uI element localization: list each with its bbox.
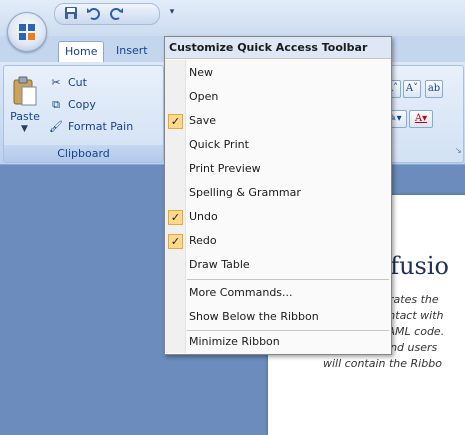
scissors-icon: ✂ bbox=[51, 76, 61, 89]
clipboard-group-label: Clipboard bbox=[4, 145, 163, 162]
redo-icon[interactable] bbox=[109, 6, 125, 22]
tab-insert[interactable]: Insert bbox=[110, 41, 154, 61]
copy-icon: ⧉ bbox=[52, 98, 60, 111]
menu-item-label: Quick Print bbox=[189, 138, 249, 151]
tab-home[interactable]: Home bbox=[58, 41, 105, 62]
document-line: will contain the Ribbo bbox=[323, 357, 442, 370]
dialog-launcher-icon[interactable]: ↘ bbox=[455, 146, 463, 155]
menu-item-label: More Commands... bbox=[189, 286, 293, 299]
menu-item-quick-print[interactable]: Quick Print bbox=[165, 133, 391, 157]
menu-item-label: Show Below the Ribbon bbox=[189, 310, 319, 323]
menu-item-show-below-ribbon[interactable]: Show Below the Ribbon bbox=[165, 305, 391, 329]
menu-item-label: Redo bbox=[189, 234, 217, 247]
cut-label: Cut bbox=[68, 76, 87, 89]
paste-label: Paste bbox=[10, 110, 40, 123]
check-icon: ✓ bbox=[168, 210, 183, 225]
format-painter-button[interactable]: 🖌 Format Pain bbox=[48, 118, 133, 136]
menu-item-print-preview[interactable]: Print Preview bbox=[165, 157, 391, 181]
menu-item-save[interactable]: ✓ Save bbox=[165, 109, 391, 133]
cut-button[interactable]: ✂ Cut bbox=[48, 74, 87, 92]
save-icon[interactable] bbox=[63, 6, 79, 22]
menu-item-new[interactable]: New bbox=[165, 61, 391, 85]
menu-item-undo[interactable]: ✓ Undo bbox=[165, 205, 391, 229]
check-icon: ✓ bbox=[168, 114, 183, 129]
paste-icon bbox=[13, 76, 37, 106]
menu-item-spelling-grammar[interactable]: Spelling & Grammar bbox=[165, 181, 391, 205]
check-icon: ✓ bbox=[168, 234, 183, 249]
menu-item-label: Draw Table bbox=[189, 258, 250, 271]
menu-item-label: Minimize Ribbon bbox=[189, 335, 280, 348]
menu-item-label: Open bbox=[189, 90, 219, 103]
menu-item-label: Save bbox=[189, 114, 217, 127]
paste-dropdown-icon[interactable]: ▼ bbox=[21, 124, 28, 134]
office-button[interactable] bbox=[7, 12, 47, 52]
clipboard-group: Paste ▼ ✂ Cut ⧉ Copy 🖌 Format Pain Clipboar… bbox=[3, 65, 164, 163]
quick-access-toolbar bbox=[54, 3, 160, 25]
copy-button[interactable]: ⧉ Copy bbox=[48, 96, 96, 114]
menu-item-more-commands[interactable]: More Commands... bbox=[165, 281, 391, 305]
shrink-font-icon[interactable]: A˅ bbox=[403, 80, 421, 98]
paste-button[interactable]: Paste ▼ bbox=[6, 74, 44, 134]
menu-item-minimize-ribbon[interactable]: Minimize Ribbon bbox=[165, 331, 391, 353]
menu-item-open[interactable]: Open bbox=[165, 85, 391, 109]
copy-label: Copy bbox=[68, 98, 96, 111]
menu-separator bbox=[187, 279, 389, 280]
menu-item-label: Spelling & Grammar bbox=[189, 186, 301, 199]
format-painter-label: Format Pain bbox=[68, 120, 134, 133]
font-color-icon[interactable]: A▾ bbox=[409, 110, 433, 128]
menu-header: Customize Quick Access Toolbar bbox=[165, 37, 391, 59]
clear-formatting-icon[interactable]: ab bbox=[425, 80, 443, 98]
format-painter-icon: 🖌 bbox=[49, 120, 63, 133]
menu-item-label: Print Preview bbox=[189, 162, 261, 175]
menu-item-redo[interactable]: ✓ Redo bbox=[165, 229, 391, 253]
menu-item-draw-table[interactable]: Draw Table bbox=[165, 253, 391, 277]
undo-icon[interactable] bbox=[85, 6, 101, 22]
office-logo-icon bbox=[19, 24, 35, 40]
customize-qat-menu: Customize Quick Access Toolbar New Open … bbox=[164, 36, 392, 355]
menu-item-label: Undo bbox=[189, 210, 218, 223]
title-bar: ▾ bbox=[0, 0, 465, 36]
menu-item-label: New bbox=[189, 66, 213, 79]
qat-dropdown-icon[interactable]: ▾ bbox=[166, 3, 178, 21]
